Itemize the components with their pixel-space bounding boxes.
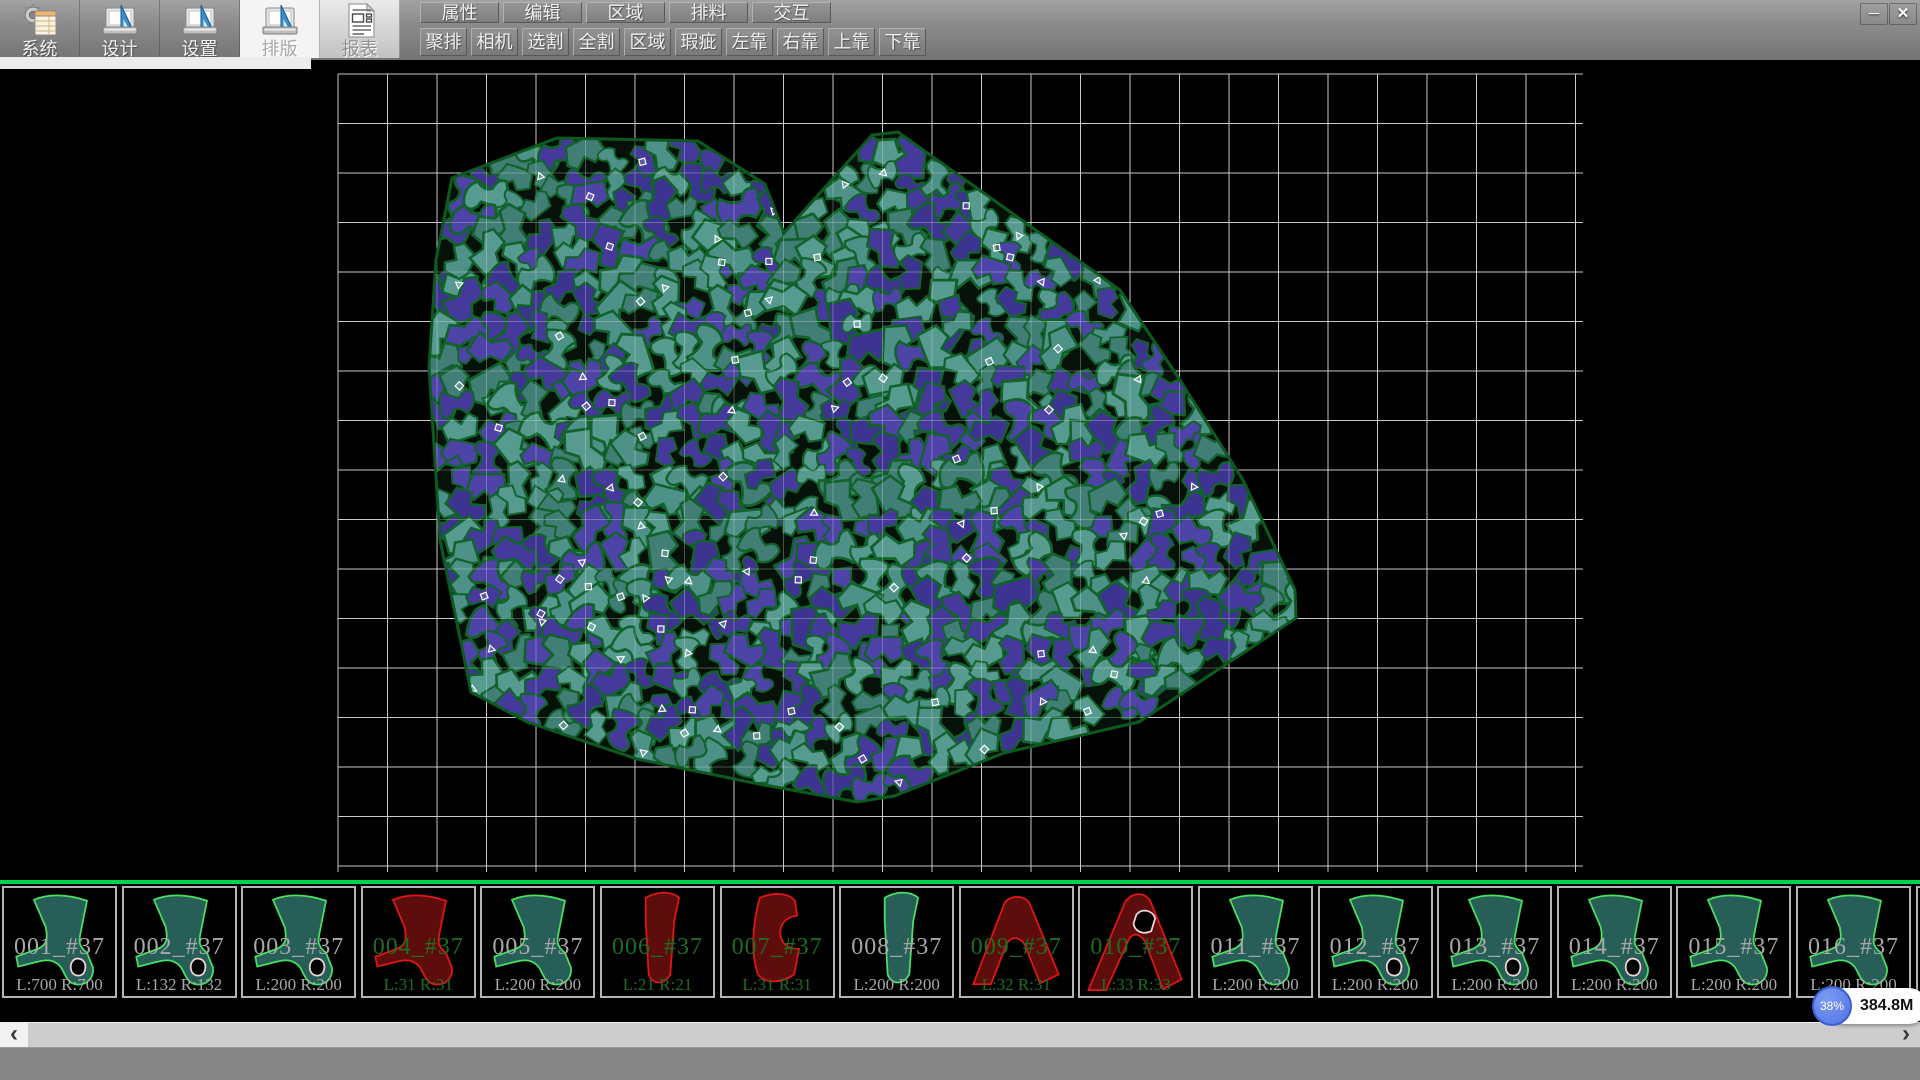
piece-thumbnail-010_#37[interactable]: 010_#37 L:33 R:33 (1078, 886, 1193, 998)
piece-thumbnail-017_#37[interactable]: 017_#37L:200 R:200 (1916, 886, 1920, 998)
piece-thumbnail-016_#37[interactable]: 016_#37L:200 R:200 (1796, 886, 1911, 998)
app-button-label: 系统 (0, 40, 79, 58)
piece-lr-label: L:200 R:200 (482, 975, 593, 995)
piece-thumbnail-003_#37[interactable]: 003_#37 L:200 R:200 (241, 886, 356, 998)
titlebar: 系统设计设置排版报表 属性编辑区域排料交互 聚排相机选割全割区域瑕疵左靠右靠上靠… (0, 0, 1920, 60)
tool-button-6[interactable]: 左靠 (726, 28, 773, 56)
app-button-label: 排版 (240, 40, 319, 58)
app-button-design-ruler[interactable]: 设计 (80, 0, 160, 58)
piece-thumbnail-011_#37[interactable]: 011_#37 L:200 R:200 (1198, 886, 1313, 998)
piece-lr-label: L:200 R:200 (841, 975, 952, 995)
nesting-canvas[interactable] (0, 60, 1920, 880)
report-doc-icon (320, 2, 399, 40)
piece-thumbnail-002_#37[interactable]: 002_#37 L:132 R:132 (122, 886, 237, 998)
app-button-settings-ruler[interactable]: 设置 (160, 0, 240, 58)
minimize-button[interactable]: ─ (1860, 3, 1888, 25)
tool-button-5[interactable]: 瑕疵 (675, 28, 722, 56)
menu-tab-4[interactable]: 交互 (752, 2, 831, 23)
tool-button-4[interactable]: 区域 (624, 28, 671, 56)
piece-lr-label: L:700 R:700 (4, 975, 115, 995)
app-button-label: 报表 (320, 40, 399, 58)
piece-id-label: 007_#37 (722, 934, 833, 961)
menu-tab-2[interactable]: 区域 (586, 2, 665, 23)
piece-lr-label: L:200 R:200 (1320, 975, 1431, 995)
piece-id-label: 006_#37 (602, 934, 713, 961)
piece-id-label: 014_#37 (1559, 934, 1670, 961)
menu-tab-0[interactable]: 属性 (420, 2, 499, 23)
menu-tab-1[interactable]: 编辑 (503, 2, 582, 23)
piece-thumbnail-008_#37[interactable]: 008_#37 L:200 R:200 (839, 886, 954, 998)
piece-thumbnail-006_#37[interactable]: 006_#37 L:21 R:21 (600, 886, 715, 998)
nesting-canvas-svg (0, 60, 1920, 880)
app-button-label: 设置 (160, 40, 239, 58)
piece-lr-label: L:21 R:21 (602, 975, 713, 995)
horizontal-scrollbar[interactable]: ‹ › (0, 1022, 1920, 1047)
tool-button-3[interactable]: 全割 (573, 28, 620, 56)
tool-button-1[interactable]: 相机 (471, 28, 518, 56)
app-button-report-doc[interactable]: 报表 (320, 0, 400, 58)
piece-lr-label: L:200 R:200 (1678, 975, 1789, 995)
strip-divider-line (0, 880, 1920, 884)
settings-ruler-icon (160, 2, 239, 40)
percent-badge: 38% (1812, 986, 1852, 1026)
piece-id-label: 002_#37 (124, 934, 235, 961)
panel-edge (0, 57, 311, 69)
scroll-right-arrow-icon[interactable]: › (1892, 1023, 1920, 1047)
piece-lr-label: L:132 R:132 (124, 975, 235, 995)
piece-thumbnail-014_#37[interactable]: 014_#37 L:200 R:200 (1557, 886, 1672, 998)
tool-button-2[interactable]: 选割 (522, 28, 569, 56)
piece-thumbnail-007_#37[interactable]: 007_#37 L:31 R:31 (720, 886, 835, 998)
piece-id-label: 004_#37 (363, 934, 474, 961)
piece-lr-label: L:200 R:200 (243, 975, 354, 995)
piece-thumbnail-004_#37[interactable]: 004_#37 L:31 R:31 (361, 886, 476, 998)
tool-button-7[interactable]: 右靠 (777, 28, 824, 56)
piece-thumbnail-012_#37[interactable]: 012_#37 L:200 R:200 (1318, 886, 1433, 998)
piece-lr-label: L:200 R:200 (1559, 975, 1670, 995)
piece-thumbnail-001_#37[interactable]: 001_#37 L:700 R:700 (2, 886, 117, 998)
taskbar (0, 1047, 1920, 1080)
piece-id-label: 009_#37 (961, 934, 1072, 961)
piece-lr-label: L:200 R:200 (1200, 975, 1311, 995)
tool-button-9[interactable]: 下靠 (879, 28, 926, 56)
piece-thumbnail-009_#37[interactable]: 009_#37 L:32 R:31 (959, 886, 1074, 998)
piece-thumbnail-strip: 001_#37 L:700 R:700 002_#37 L:132 R:132 003_… (0, 880, 1920, 1022)
close-button[interactable]: ✕ (1889, 3, 1917, 25)
piece-id-label: 008_#37 (841, 934, 952, 961)
app-button-system-gear[interactable]: 系统 (0, 0, 80, 58)
piece-id-label: 010_#37 (1080, 934, 1191, 961)
piece-lr-label: L:32 R:31 (961, 975, 1072, 995)
app-button-label: 设计 (80, 40, 159, 58)
piece-id-label: 013_#37 (1439, 934, 1550, 961)
piece-thumbnail-013_#37[interactable]: 013_#37 L:200 R:200 (1437, 886, 1552, 998)
piece-id-label: 015_#37 (1678, 934, 1789, 961)
piece-thumbnail-015_#37[interactable]: 015_#37 L:200 R:200 (1676, 886, 1791, 998)
scroll-left-arrow-icon[interactable]: ‹ (0, 1023, 28, 1047)
piece-thumbnail-005_#37[interactable]: 005_#37 L:200 R:200 (480, 886, 595, 998)
menu-tab-3[interactable]: 排料 (669, 2, 748, 23)
nesting-ruler-icon (240, 2, 319, 40)
piece-id-label: 001_#37 (4, 934, 115, 961)
piece-id-label: 011_#37 (1200, 934, 1311, 961)
piece-id-label: 016_#37 (1798, 934, 1909, 961)
tool-button-0[interactable]: 聚排 (420, 28, 467, 56)
piece-lr-label: L:31 R:31 (722, 975, 833, 995)
piece-lr-label: L:31 R:31 (363, 975, 474, 995)
tool-button-8[interactable]: 上靠 (828, 28, 875, 56)
piece-lr-label: L:200 R:200 (1439, 975, 1550, 995)
piece-id-label: 012_#37 (1320, 934, 1431, 961)
design-ruler-icon (80, 2, 159, 40)
piece-lr-label: L:33 R:33 (1080, 975, 1191, 995)
app-button-nesting-ruler[interactable]: 排版 (240, 0, 320, 58)
system-gear-icon (0, 2, 79, 40)
piece-id-label: 003_#37 (243, 934, 354, 961)
piece-id-label: 005_#37 (482, 934, 593, 961)
